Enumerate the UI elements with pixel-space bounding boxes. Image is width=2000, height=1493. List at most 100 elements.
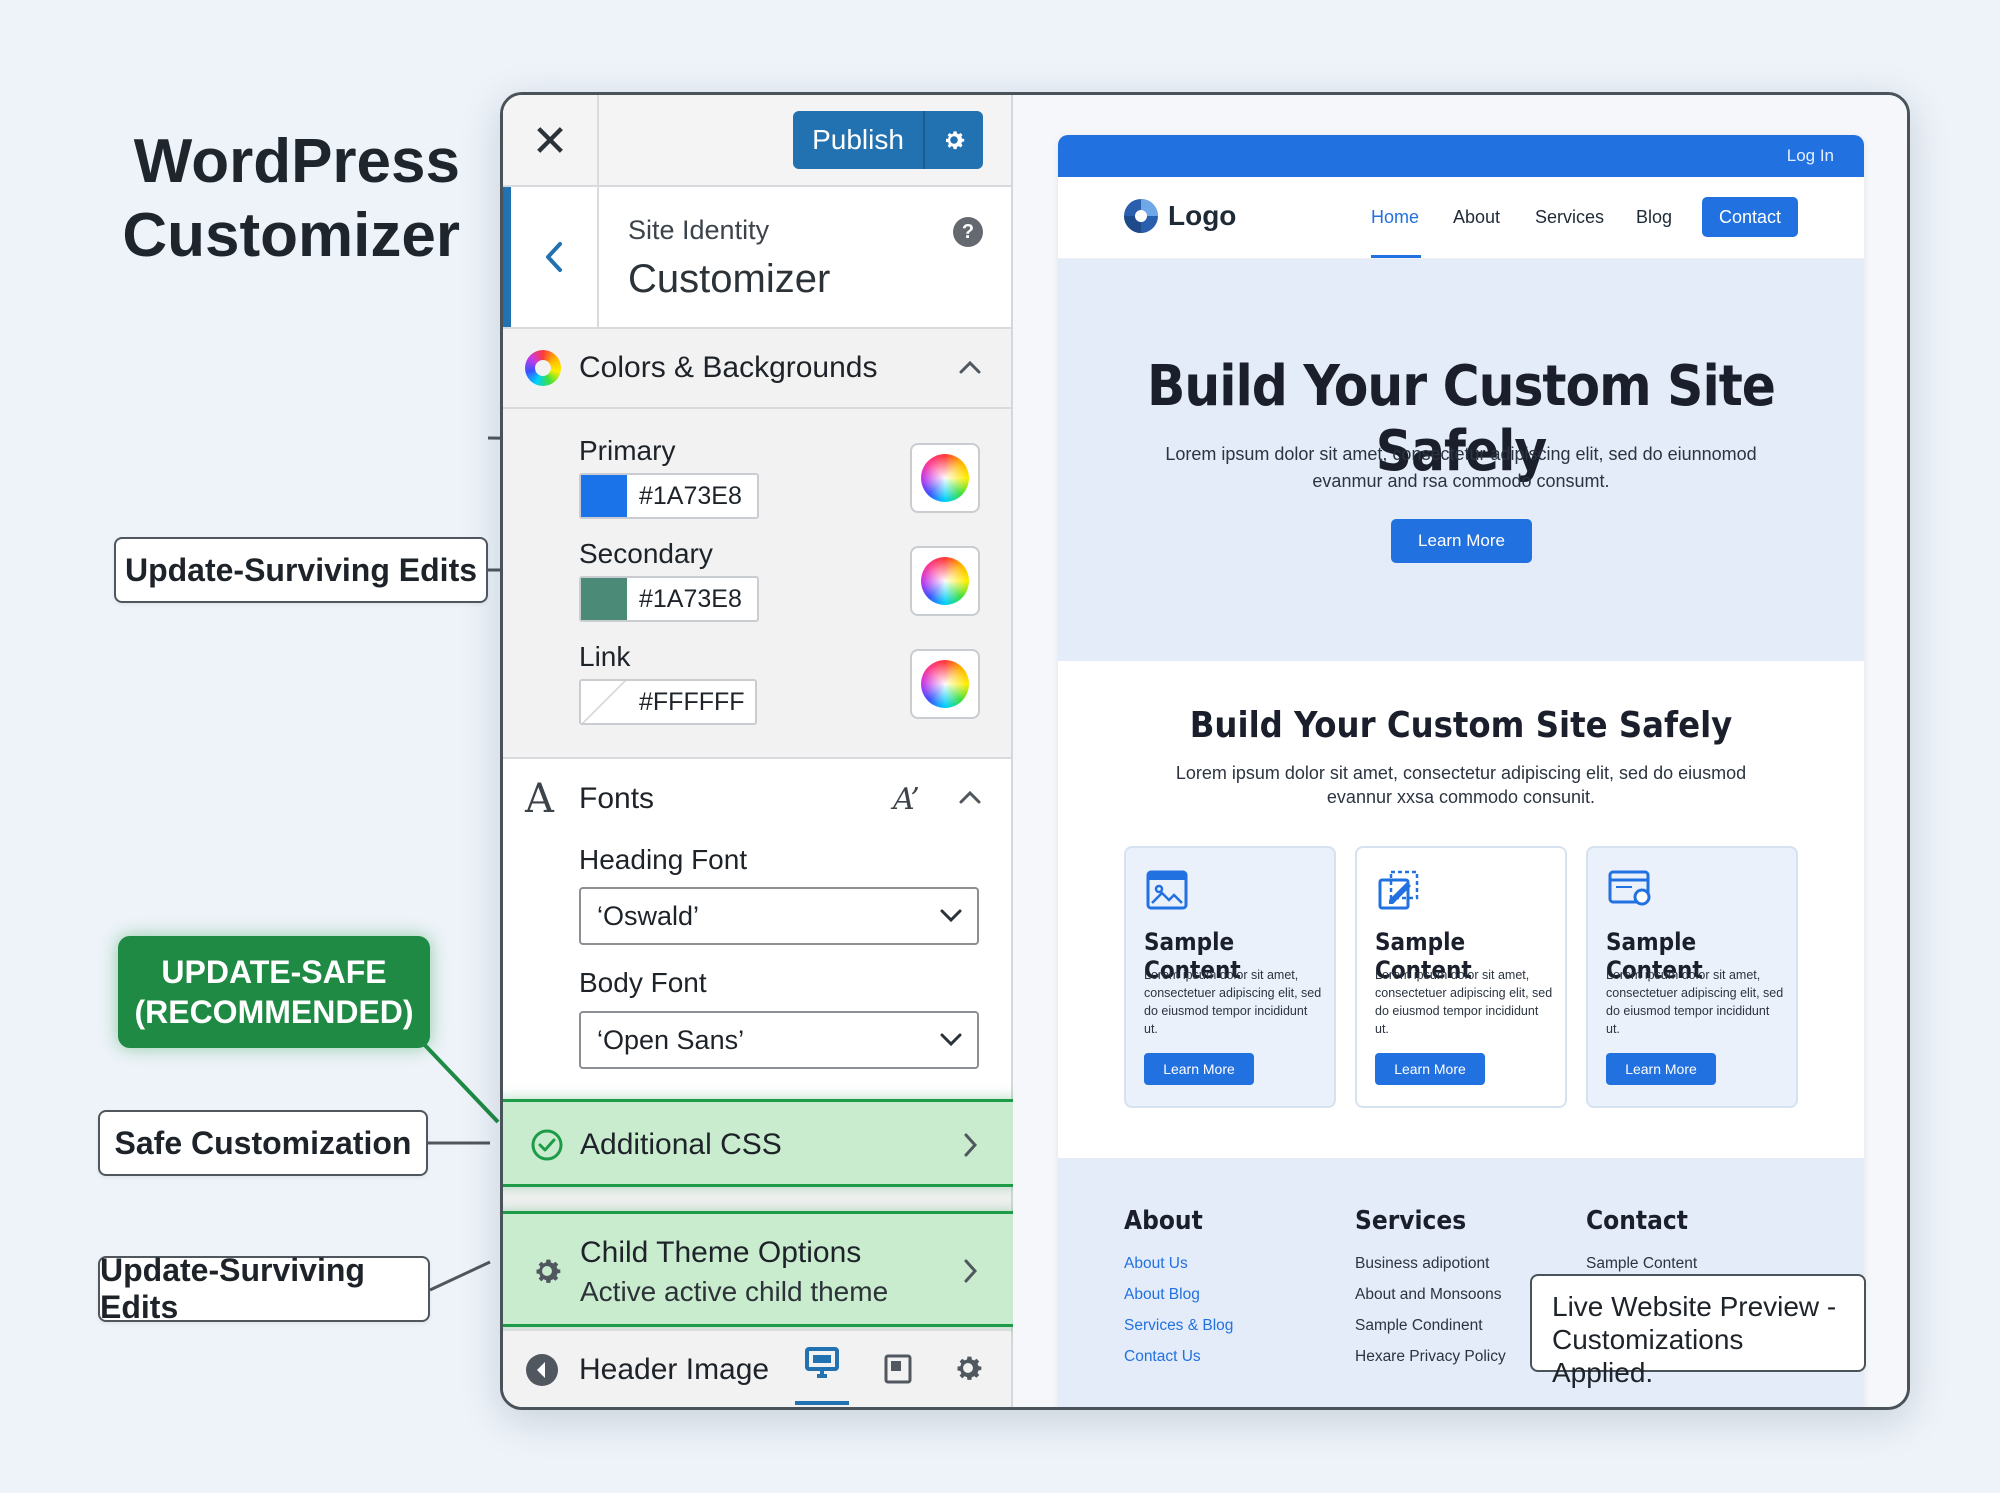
card-learn-more-button[interactable]: Learn More (1606, 1053, 1716, 1085)
chevron-down-icon (940, 1033, 962, 1047)
footer-heading: Services (1355, 1206, 1467, 1236)
footer-link[interactable]: About Us (1124, 1248, 1233, 1279)
footer-link[interactable]: Hexare Privacy Policy (1355, 1341, 1506, 1372)
image-icon (1146, 870, 1188, 910)
color-picker-link[interactable]: #FFFFFF (579, 679, 757, 725)
nav-active-indicator (1371, 255, 1421, 258)
color-wheel-icon (921, 660, 969, 708)
color-swatch (581, 475, 627, 517)
site-topbar: Log In (1058, 135, 1864, 177)
child-theme-subtitle: Active active child theme (580, 1276, 889, 1307)
color-swatch (581, 681, 627, 723)
edit-icon (1378, 870, 1419, 910)
additional-css-item[interactable]: Additional CSS (503, 1099, 1023, 1187)
hero-section: Build Your Custom Site Safely Lorem ipsu… (1058, 259, 1864, 661)
heading-font-value: ‘Oswald’ (597, 900, 700, 931)
nav-blog[interactable]: Blog (1636, 207, 1672, 228)
close-button[interactable]: ✕ (503, 95, 599, 187)
callout-update-surviving-edits: Update-Surviving Edits (114, 537, 488, 603)
content-card: Sample Content Lorem ipsum dolor sit ame… (1124, 846, 1336, 1108)
color-label: Primary (579, 435, 676, 466)
help-icon[interactable]: ? (953, 217, 983, 247)
hero-text: Lorem ipsum dolor sit amet, consectetur … (1165, 444, 1757, 491)
font-serif-icon: A (525, 776, 554, 822)
site-logo[interactable]: Logo (1122, 197, 1236, 235)
card-text: Lorem ipsum dolor sit amet, consectetuer… (1606, 968, 1784, 1036)
section-title: Build Your Custom Site Safely (1189, 705, 1733, 746)
body-font-label: Body Font (579, 967, 707, 998)
recommended-badge: UPDATE-SAFE (RECOMMENDED) (118, 936, 430, 1048)
heading-font-select[interactable]: ‘Oswald’ (579, 887, 979, 945)
tablet-icon (884, 1354, 912, 1384)
footer-link[interactable]: Contact Us (1124, 1341, 1233, 1372)
card-learn-more-button[interactable]: Learn More (1375, 1053, 1485, 1085)
chevron-down-icon (940, 909, 962, 923)
customizer-window: ✕ Publish Site Identity Customizer ? Col… (500, 92, 1910, 1410)
nav-home[interactable]: Home (1371, 207, 1419, 228)
desktop-preview-button[interactable] (795, 1347, 849, 1405)
colors-section-header[interactable]: Colors & Backgrounds (503, 329, 1011, 409)
back-button[interactable] (503, 187, 599, 327)
preview-settings-button[interactable] (951, 1351, 985, 1390)
browser-settings-icon (1608, 870, 1651, 906)
content-card: Sample Content Lorem ipsum dolor sit ame… (1586, 846, 1798, 1108)
color-picker-secondary[interactable]: #1A73E8 (579, 576, 759, 622)
close-icon: ✕ (531, 116, 569, 166)
section-text: Lorem ipsum dolor sit amet, consectetur … (1175, 763, 1747, 807)
tablet-preview-button[interactable] (883, 1353, 913, 1390)
footer-column-services: Services Business adipotiont About and M… (1355, 1206, 1506, 1372)
publish-label: Publish (812, 124, 904, 155)
logo-icon (1124, 199, 1158, 233)
color-wheel-button[interactable] (910, 443, 980, 513)
card-text: Lorem ipsum dolor sit amet, consectetuer… (1375, 968, 1553, 1036)
footer-column-about: About About Us About Blog Services & Blo… (1124, 1206, 1233, 1372)
color-hex-value: #FFFFFF (639, 687, 745, 716)
nav-services[interactable]: Services (1535, 207, 1604, 228)
publish-settings-gear-icon[interactable] (923, 111, 983, 169)
fonts-section-header[interactable]: A Fonts A’ (503, 759, 1011, 839)
color-label: Link (579, 641, 631, 672)
preview-website: Log In Logo Home About Services Blog Con… (1058, 135, 1864, 1407)
fonts-section-title: Fonts (579, 782, 655, 815)
heading-font-label: Heading Font (579, 844, 748, 875)
footer-column-contact: Contact Sample Content (1586, 1206, 1697, 1279)
child-theme-title: Child Theme Options (580, 1236, 862, 1269)
page-title: WordPress Customizer (120, 125, 460, 273)
color-wheel-button[interactable] (910, 649, 980, 719)
chevron-right-icon (964, 1259, 978, 1283)
card-learn-more-button[interactable]: Learn More (1144, 1053, 1254, 1085)
nav-contact-button[interactable]: Contact (1702, 197, 1798, 237)
footer-link[interactable]: Business adipotiont (1355, 1248, 1506, 1279)
header-image-label: Header Image (579, 1353, 770, 1386)
footer-link[interactable]: About Blog (1124, 1279, 1233, 1310)
customizer-panel: ✕ Publish Site Identity Customizer ? Col… (503, 95, 1023, 1407)
card-text: Lorem ipsum dolor sit amet, consectetuer… (1144, 968, 1322, 1036)
additional-css-label: Additional CSS (580, 1128, 782, 1161)
footer-link[interactable]: Services & Blog (1124, 1310, 1233, 1341)
footer-link[interactable]: About and Monsoons (1355, 1279, 1506, 1310)
color-wheel-icon (921, 454, 969, 502)
live-preview-area: Log In Logo Home About Services Blog Con… (1013, 95, 1907, 1407)
child-theme-options-item[interactable]: Child Theme Options Active active child … (503, 1211, 1023, 1327)
live-preview-callout-line2: Customizations Applied. (1552, 1324, 1744, 1388)
login-link[interactable]: Log In (1787, 146, 1834, 166)
body-font-select[interactable]: ‘Open Sans’ (579, 1011, 979, 1069)
publish-button[interactable]: Publish (793, 111, 983, 169)
breadcrumb: Site Identity (628, 215, 770, 245)
chevron-right-icon (964, 1133, 978, 1157)
header-image-bar: Header Image (503, 1329, 1011, 1407)
footer-heading: Contact (1586, 1206, 1688, 1236)
hero-learn-more-button[interactable]: Learn More (1391, 519, 1532, 563)
chevron-up-icon (959, 360, 981, 374)
collapse-left-icon[interactable] (525, 1353, 559, 1387)
color-picker-primary[interactable]: #1A73E8 (579, 473, 759, 519)
live-preview-callout-line1: Live Website Preview - (1552, 1291, 1837, 1322)
footer-link[interactable]: Sample Condinent (1355, 1310, 1506, 1341)
color-wheel-icon (525, 350, 561, 386)
gear-icon (536, 1259, 561, 1283)
nav-about[interactable]: About (1453, 207, 1500, 228)
color-wheel-button[interactable] (910, 546, 980, 616)
font-size-icon[interactable]: A’ (893, 782, 920, 817)
desktop-icon (805, 1347, 839, 1378)
site-navigation: Logo Home About Services Blog Contact (1058, 177, 1864, 259)
